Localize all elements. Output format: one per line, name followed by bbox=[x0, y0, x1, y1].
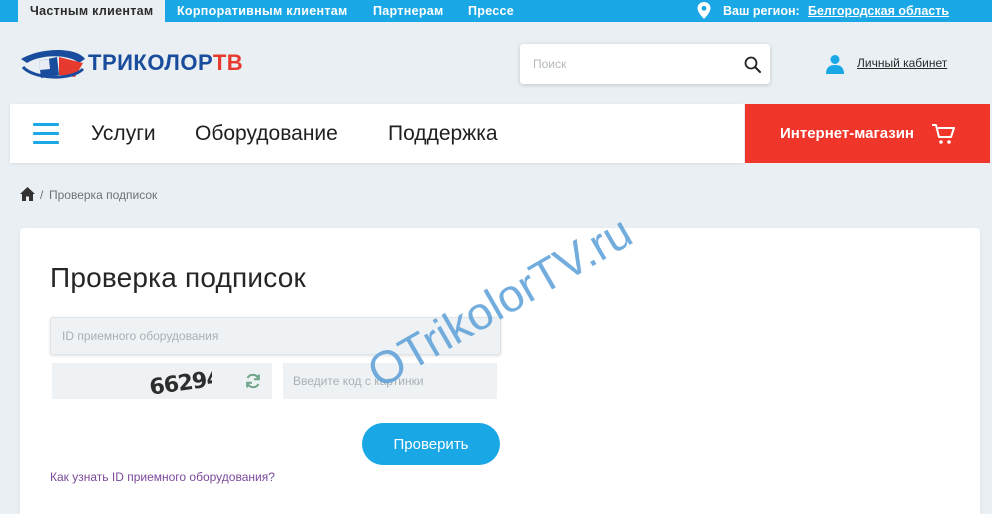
nav-item-equipment[interactable]: Оборудование bbox=[195, 122, 338, 146]
breadcrumb-separator: / bbox=[40, 188, 44, 202]
captcha-box: 66294 bbox=[52, 363, 272, 399]
how-to-find-id-link[interactable]: Как узнать ID приемного оборудования? bbox=[50, 470, 275, 484]
search-icon[interactable] bbox=[744, 56, 761, 73]
online-shop-button[interactable]: Интернет-магазин bbox=[745, 104, 990, 163]
logo-text-tv: ТВ bbox=[212, 50, 244, 75]
top-bar: Частным клиентам Корпоративным клиентам … bbox=[0, 0, 992, 22]
tab-press[interactable]: Прессе bbox=[468, 0, 514, 22]
cart-icon bbox=[932, 124, 955, 144]
region-label: Ваш регион: bbox=[723, 4, 800, 18]
nav-item-services[interactable]: Услуги bbox=[91, 122, 156, 146]
refresh-captcha-icon[interactable] bbox=[245, 373, 261, 389]
breadcrumb-current: Проверка подписок bbox=[49, 188, 158, 202]
tab-corporate-clients[interactable]: Корпоративным клиентам bbox=[177, 0, 348, 22]
tab-partners[interactable]: Партнерам bbox=[373, 0, 444, 22]
main-nav: Услуги Оборудование Поддержка bbox=[10, 104, 744, 163]
tab-private-clients[interactable]: Частным клиентам bbox=[18, 0, 166, 22]
online-shop-label: Интернет-магазин bbox=[780, 125, 914, 142]
search-input[interactable] bbox=[520, 44, 730, 84]
equipment-id-field[interactable] bbox=[50, 317, 501, 355]
search-box bbox=[520, 44, 770, 84]
menu-burger-icon[interactable] bbox=[33, 123, 59, 144]
nav-item-support[interactable]: Поддержка bbox=[388, 122, 498, 146]
captcha-code-field[interactable] bbox=[283, 363, 497, 399]
check-button[interactable]: Проверить bbox=[362, 423, 500, 465]
user-icon[interactable] bbox=[826, 54, 844, 74]
page-title: Проверка подписок bbox=[50, 262, 306, 293]
personal-account-link[interactable]: Личный кабинет bbox=[857, 56, 947, 70]
logo-text-main: ТРИКОЛОР bbox=[88, 50, 213, 75]
captcha-image: 66294 bbox=[148, 366, 212, 399]
location-pin-icon bbox=[697, 2, 711, 19]
region-selector-link[interactable]: Белгородская область bbox=[808, 0, 949, 22]
home-icon[interactable] bbox=[20, 187, 35, 201]
captcha-text: 66294 bbox=[148, 366, 212, 399]
logo-wordmark[interactable]: ТРИКОЛОРТВ bbox=[88, 50, 243, 76]
